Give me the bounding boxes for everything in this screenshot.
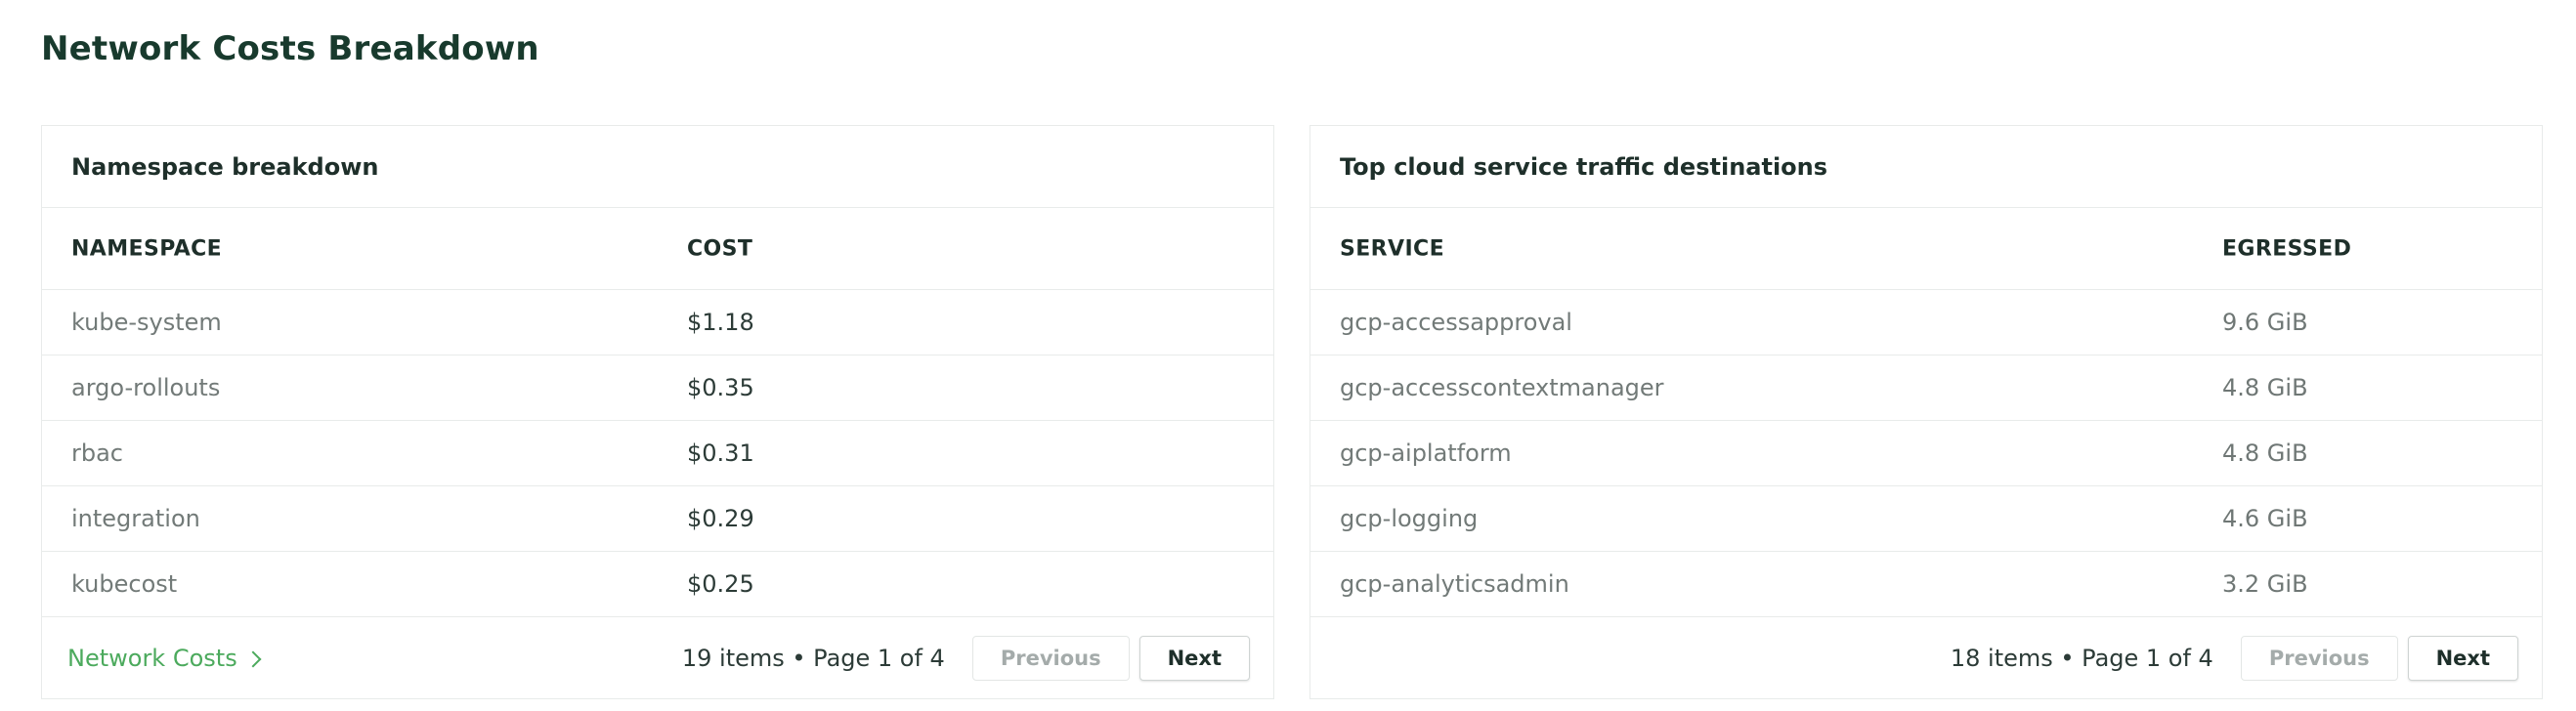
service-destinations-card: Top cloud service traffic destinations S… — [1309, 125, 2543, 699]
namespace-name: argo-rollouts — [71, 374, 221, 401]
namespace-name: integration — [71, 505, 200, 532]
table-row: integration $0.29 — [42, 486, 1273, 552]
pagination: 19 items • Page 1 of 4 Previous Next — [682, 636, 1250, 681]
namespace-breakdown-card: Namespace breakdown NAMESPACE COST kube-… — [41, 125, 1274, 699]
service-egressed: 4.8 GiB — [2222, 439, 2308, 467]
table-row: kube-system $1.18 — [42, 290, 1273, 356]
pagination-info: 18 items • Page 1 of 4 — [1950, 645, 2213, 672]
service-name: gcp-logging — [1340, 505, 1479, 532]
namespace-cost: $0.25 — [687, 570, 754, 598]
service-name: gcp-analyticsadmin — [1340, 570, 1569, 598]
service-egressed: 4.8 GiB — [2222, 374, 2308, 401]
chevron-right-icon — [244, 650, 262, 668]
card-title: Namespace breakdown — [42, 126, 1273, 208]
card-footer: Network Costs 19 items • Page 1 of 4 Pre… — [42, 617, 1273, 699]
namespace-name: kube-system — [71, 309, 222, 336]
namespace-name: kubecost — [71, 570, 178, 598]
service-name: gcp-aiplatform — [1340, 439, 1512, 467]
service-name: gcp-accesscontextmanager — [1340, 374, 1664, 401]
table-row: gcp-accessapproval 9.6 GiB — [1310, 290, 2542, 356]
table-row: gcp-logging 4.6 GiB — [1310, 486, 2542, 552]
service-egressed: 4.6 GiB — [2222, 505, 2308, 532]
column-header-egressed: EGRESSED — [2222, 236, 2352, 261]
network-costs-link-label: Network Costs — [67, 645, 237, 672]
namespace-cost: $0.29 — [687, 505, 754, 532]
namespace-cost: $0.31 — [687, 439, 754, 467]
service-name: gcp-accessapproval — [1340, 309, 1572, 336]
previous-page-button[interactable]: Previous — [2240, 636, 2398, 681]
next-page-button[interactable]: Next — [2407, 636, 2518, 681]
next-page-button[interactable]: Next — [1138, 636, 1250, 681]
column-header-cost: COST — [687, 236, 753, 261]
namespace-cost: $0.35 — [687, 374, 754, 401]
previous-page-button[interactable]: Previous — [971, 636, 1130, 681]
namespace-cost: $1.18 — [687, 309, 754, 336]
table-row: gcp-accesscontextmanager 4.8 GiB — [1310, 356, 2542, 421]
column-header-namespace: NAMESPACE — [71, 236, 223, 261]
table-row: gcp-aiplatform 4.8 GiB — [1310, 421, 2542, 486]
namespace-name: rbac — [71, 439, 124, 467]
table-row: gcp-analyticsadmin 3.2 GiB — [1310, 552, 2542, 617]
column-header-service: SERVICE — [1340, 236, 1444, 261]
table-row: argo-rollouts $0.35 — [42, 356, 1273, 421]
table-header: NAMESPACE COST — [42, 208, 1273, 290]
table-header: SERVICE EGRESSED — [1310, 208, 2542, 290]
card-title: Top cloud service traffic destinations — [1310, 126, 2542, 208]
table-row: rbac $0.31 — [42, 421, 1273, 486]
pagination-info: 19 items • Page 1 of 4 — [681, 645, 945, 672]
page-title: Network Costs Breakdown — [41, 29, 539, 68]
service-egressed: 9.6 GiB — [2222, 309, 2308, 336]
service-egressed: 3.2 GiB — [2222, 570, 2308, 598]
network-costs-link[interactable]: Network Costs — [67, 645, 262, 672]
pagination: 18 items • Page 1 of 4 Previous Next — [1951, 636, 2518, 681]
card-footer: 18 items • Page 1 of 4 Previous Next — [1310, 617, 2542, 699]
table-row: kubecost $0.25 — [42, 552, 1273, 617]
